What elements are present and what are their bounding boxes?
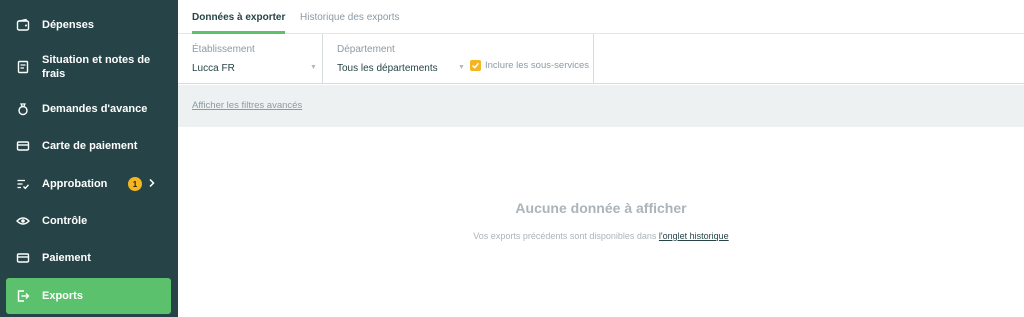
empty-state-subtitle-text: Vos exports précédents sont disponibles …: [473, 231, 659, 241]
main-content: Données à exporter Historique des export…: [178, 0, 1024, 317]
sidebar-item-label: Dépenses: [42, 19, 94, 31]
empty-state-subtitle: Vos exports précédents sont disponibles …: [178, 231, 1024, 241]
sidebar-item-label: Situation et notes de frais: [42, 54, 151, 80]
sidebar-item-paiement[interactable]: Paiement: [0, 247, 178, 269]
include-subservices-label[interactable]: Inclure les sous-services: [485, 60, 589, 71]
etablissement-label: Établissement: [192, 44, 255, 55]
tab-bar: Données à exporter Historique des export…: [178, 0, 1024, 34]
include-subservices-checkbox[interactable]: [470, 60, 481, 71]
sidebar-item-exports[interactable]: Exports: [6, 278, 171, 314]
money-bag-icon: [14, 100, 32, 118]
sidebar-item-label: Contrôle: [42, 215, 88, 227]
caret-down-icon: ▼: [310, 64, 317, 71]
receipt-icon: [14, 58, 32, 76]
sidebar-item-label: Approbation: [42, 178, 108, 190]
departement-label: Département: [337, 44, 395, 55]
sidebar-item-depenses[interactable]: Dépenses: [0, 14, 178, 36]
tab-donnees-a-exporter[interactable]: Données à exporter: [192, 0, 286, 34]
eye-icon: [14, 212, 32, 230]
advanced-filters-bar: Afficher les filtres avancés: [178, 85, 1024, 127]
filter-bar: Établissement Lucca FR ▼ Département Tou…: [178, 34, 1024, 84]
checkmark-icon: [471, 62, 480, 69]
checklist-icon: [14, 175, 32, 193]
sidebar: Dépenses Situation et notes de frais Dem…: [0, 0, 178, 317]
wallet-icon: [14, 16, 32, 34]
departement-filter: Département Tous les départements ▼ Incl…: [323, 34, 594, 84]
sidebar-item-situation[interactable]: Situation et notes de frais: [0, 52, 178, 82]
sidebar-item-label: Demandes d'avance: [42, 103, 148, 115]
export-icon: [14, 287, 32, 305]
empty-state-title: Aucune donnée à afficher: [515, 200, 687, 216]
sidebar-item-demandes-avance[interactable]: Demandes d'avance: [0, 98, 178, 120]
tab-historique-exports[interactable]: Historique des exports: [300, 0, 400, 34]
sidebar-item-label: Paiement: [42, 252, 91, 264]
credit-card-icon: [14, 137, 32, 155]
etablissement-select[interactable]: Établissement Lucca FR ▼: [178, 34, 323, 84]
departement-select[interactable]: Tous les départements: [337, 63, 438, 74]
sidebar-item-controle[interactable]: Contrôle: [0, 210, 178, 232]
payment-card-icon: [14, 249, 32, 267]
sidebar-item-label: Exports: [42, 290, 83, 302]
caret-down-icon: ▼: [458, 64, 465, 71]
notification-badge: 1: [128, 177, 142, 191]
chevron-right-icon: [148, 178, 156, 191]
etablissement-value: Lucca FR: [192, 63, 235, 74]
sidebar-item-approbation[interactable]: Approbation 1: [0, 173, 178, 195]
sidebar-item-carte-paiement[interactable]: Carte de paiement: [0, 135, 178, 157]
sidebar-item-label: Carte de paiement: [42, 140, 138, 152]
history-tab-link[interactable]: l'onglet historique: [659, 231, 729, 241]
show-advanced-filters-link[interactable]: Afficher les filtres avancés: [192, 100, 302, 111]
